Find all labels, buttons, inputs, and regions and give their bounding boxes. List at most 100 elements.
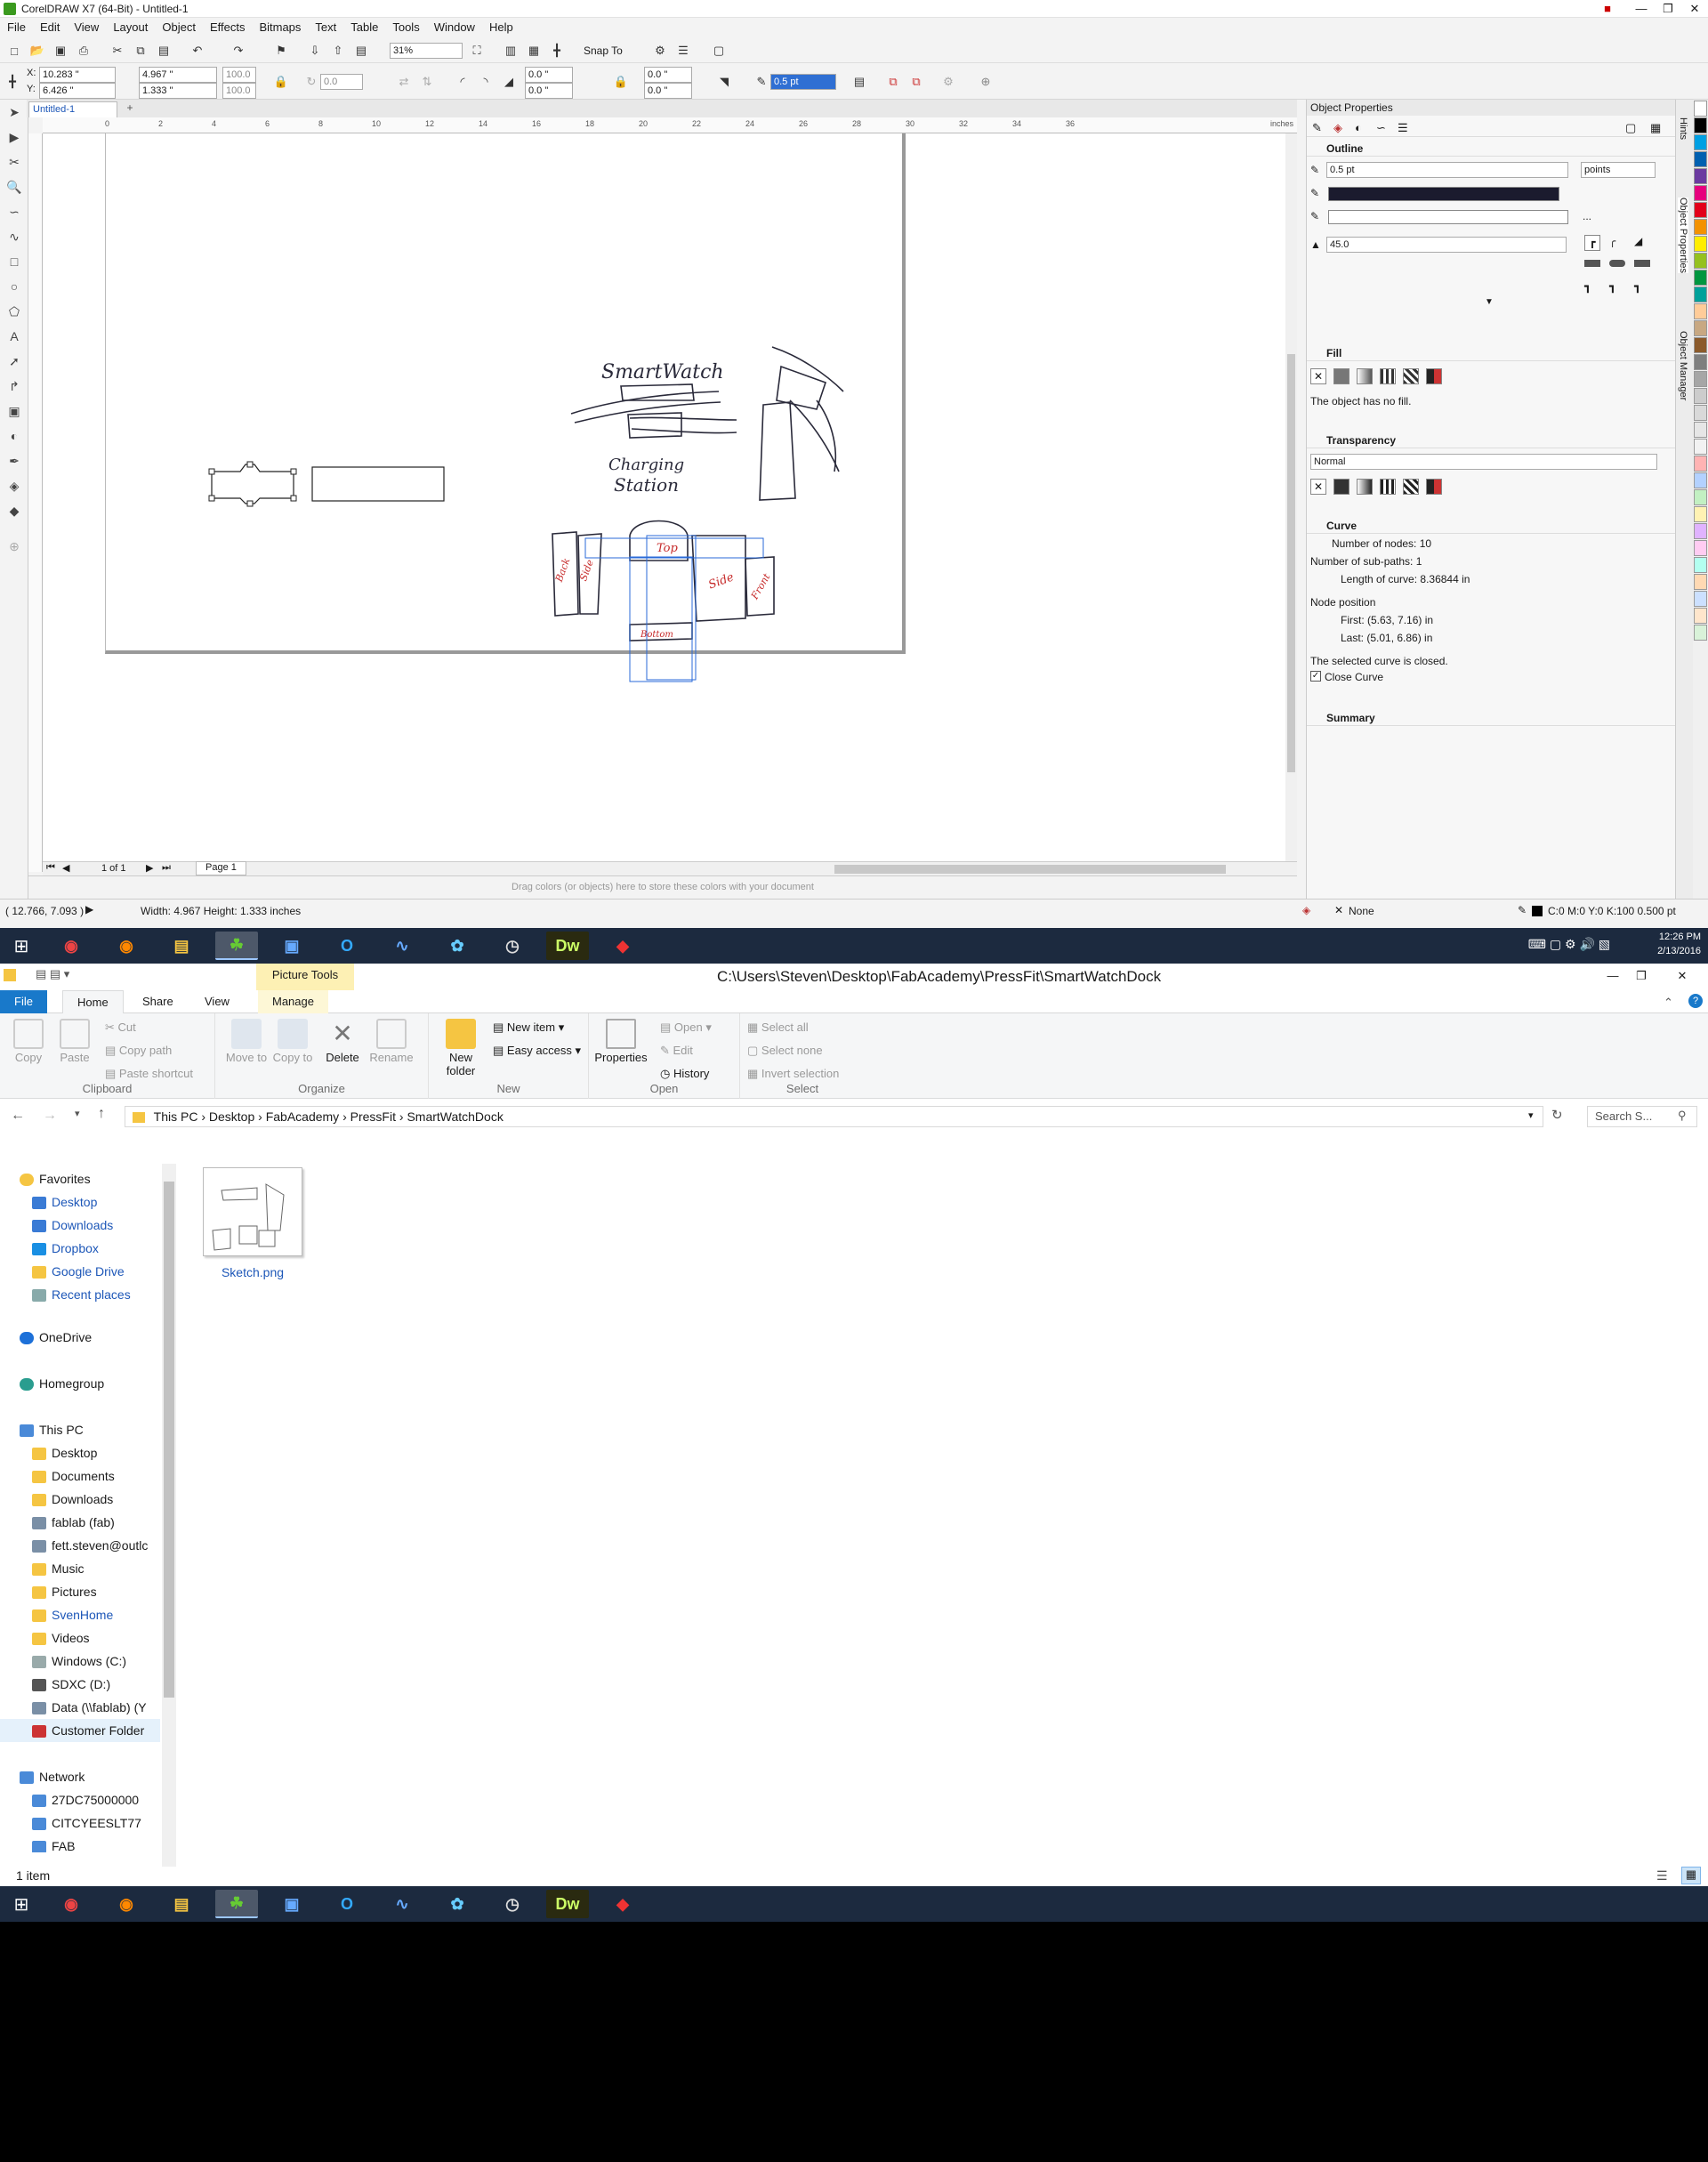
texture-fill-button[interactable] [1426,368,1442,384]
scale-height-field[interactable]: 100.0 [222,83,256,99]
connector-tool-icon[interactable]: ↱ [5,379,23,397]
address-box[interactable]: This PC › Desktop › FabAcademy › PressFi… [125,1106,1543,1127]
no-transparency-button[interactable]: ✕ [1310,479,1326,495]
large-icons-view-icon[interactable]: ▦ [1681,1867,1701,1884]
drawing-canvas[interactable]: SmartWatch Charging Station Top Back Sid… [43,133,1297,861]
undo-icon[interactable]: ↶ [189,42,206,60]
palette-swatch[interactable] [1694,625,1707,641]
search-icon[interactable]: ⚲ [1678,1109,1687,1123]
freehand-tool-icon[interactable]: ∽ [5,205,23,222]
drawing-objects[interactable]: SmartWatch Charging Station Top Back Sid… [43,133,1288,861]
scalloped-corner-icon[interactable]: ◝ [477,73,495,91]
width-field[interactable]: 4.967 " [139,67,217,83]
grid-icon[interactable]: ▦ [525,42,543,60]
menu-object[interactable]: Object [155,18,203,36]
lock-ratio-icon[interactable]: 🔒 [272,73,290,91]
fill-tab-icon[interactable]: ◈ [1333,121,1342,135]
palette-swatch[interactable] [1694,202,1707,218]
add-tool-icon[interactable]: ⊕ [5,539,23,557]
new-item-button[interactable]: ▤ New item ▾ [493,1020,564,1035]
firefox-icon[interactable]: ◉ [105,932,148,960]
chamfered-corner-icon[interactable]: ◢ [500,73,518,91]
nav-onedrive[interactable]: OneDrive [20,1326,178,1349]
transparency-title[interactable]: Transparency [1307,432,1676,448]
palette-swatch[interactable] [1694,523,1707,539]
prev-page-icon[interactable]: ◀ [62,862,69,874]
zoom-level-select[interactable]: 31% [390,43,463,59]
snap-to-dropdown[interactable]: Snap To [584,44,623,57]
start-button[interactable]: ⊞ [0,928,43,964]
sketchup-icon[interactable]: ◆ [601,1890,644,1918]
page-tab[interactable]: Page 1 [196,861,246,875]
palette-swatch[interactable] [1694,303,1707,319]
line-style-more[interactable]: ... [1583,210,1591,222]
menu-text[interactable]: Text [308,18,343,36]
parallel-dimension-icon[interactable]: ➚ [5,354,23,372]
minimize-button[interactable]: — [1626,0,1656,18]
outline-units-select[interactable]: points [1581,162,1656,178]
rotation-icon[interactable]: ↻ [302,73,320,91]
import-icon[interactable]: ⇩ [306,42,324,60]
menu-bitmaps[interactable]: Bitmaps [252,18,308,36]
breadcrumb-smartwatchdock[interactable]: SmartWatchDock [407,1109,503,1124]
quick-access-icons[interactable]: ▤ ▤ ▾ [36,967,69,981]
forward-arrow-icon[interactable]: → [43,1108,57,1124]
first-page-icon[interactable]: ⏮ [46,862,55,874]
explorer-minimize[interactable]: — [1598,967,1628,985]
vertical-scroll-thumb[interactable] [1287,354,1295,772]
palette-swatch[interactable] [1694,422,1707,438]
nav-pc-customer-folder[interactable]: Customer Folder [0,1719,160,1742]
horizontal-ruler[interactable]: 0 2 4 6 8 10 12 14 16 18 20 22 24 26 28 30 32 34 36 [43,117,1297,133]
network-icon[interactable]: ∿ [381,932,423,960]
status-play-icon[interactable]: ▶ [85,903,93,916]
tab-home[interactable]: Home [62,990,124,1013]
copy-to-button[interactable]: Copy to [270,1019,315,1064]
refresh-icon[interactable]: ↻ [1551,1107,1563,1123]
transparency-icon[interactable]: ◐ [5,429,23,447]
vector-pattern-button[interactable] [1380,368,1396,384]
uniform-fill-button[interactable] [1333,368,1349,384]
coreldraw-taskbar-icon[interactable]: ☘ [215,932,258,960]
tray-icons[interactable]: ⌨ ▢ ⚙ 🔊 ▧ [1528,937,1610,952]
remote-desktop-icon[interactable]: ▣ [270,932,313,960]
menu-window[interactable]: Window [427,18,482,36]
palette-swatch[interactable] [1694,472,1707,488]
open-icon[interactable]: 📂 [28,42,46,60]
no-fill-button[interactable]: ✕ [1310,368,1326,384]
document-palette[interactable]: Drag colors (or objects) here to store t… [28,875,1297,897]
palette-swatch[interactable] [1694,117,1707,133]
outlook-icon[interactable]: O [326,932,368,960]
docker-tab-object-properties[interactable]: Object Properties [1678,198,1688,273]
inside-position-icon[interactable]: ┓ [1634,279,1641,294]
delete-button[interactable]: ✕ Delete [320,1019,365,1064]
copy-path-button[interactable]: ▤ Copy path [105,1044,172,1058]
display-mode-icon[interactable]: ▢ [710,42,728,60]
corner-radius-3[interactable]: 0.0 " [644,67,692,83]
palette-swatch[interactable] [1694,506,1707,522]
rulers-icon[interactable]: ▥ [502,42,520,60]
file-item-sketch[interactable]: Sketch.png [199,1167,306,1301]
palette-swatch[interactable] [1694,489,1707,505]
options-icon[interactable]: ⚙ [651,42,669,60]
polygon-tool-icon[interactable]: ⬠ [5,304,23,322]
outline-pen-icon[interactable]: ✎ [753,73,770,91]
drop-shadow-icon[interactable]: ▣ [5,404,23,422]
expand-outline-icon[interactable]: ▼ [1485,297,1494,307]
menu-tools[interactable]: Tools [385,18,426,36]
redo-icon[interactable]: ↷ [230,42,247,60]
outline-title[interactable]: Outline [1307,141,1676,157]
palette-swatch[interactable] [1694,168,1707,184]
move-to-button[interactable]: Move to [224,1019,269,1064]
explorer-restore[interactable]: ❐ [1626,967,1656,985]
nav-network[interactable]: Network [20,1765,178,1788]
time-machine-icon[interactable]: ◷ [491,1890,534,1918]
coreldraw-taskbar-icon[interactable]: ☘ [215,1890,258,1918]
history-button[interactable]: ◷ History [660,1067,709,1081]
palette-swatch[interactable] [1694,540,1707,556]
transparency-mode-select[interactable]: Normal [1310,454,1657,470]
file-list[interactable]: Sketch.png [178,1164,1708,1867]
interactive-fill-icon[interactable]: ◈ [5,479,23,496]
miter-corner-icon[interactable]: ┏ [1584,235,1600,251]
palette-swatch[interactable] [1694,337,1707,353]
next-page-icon[interactable]: ▶ [146,862,153,874]
